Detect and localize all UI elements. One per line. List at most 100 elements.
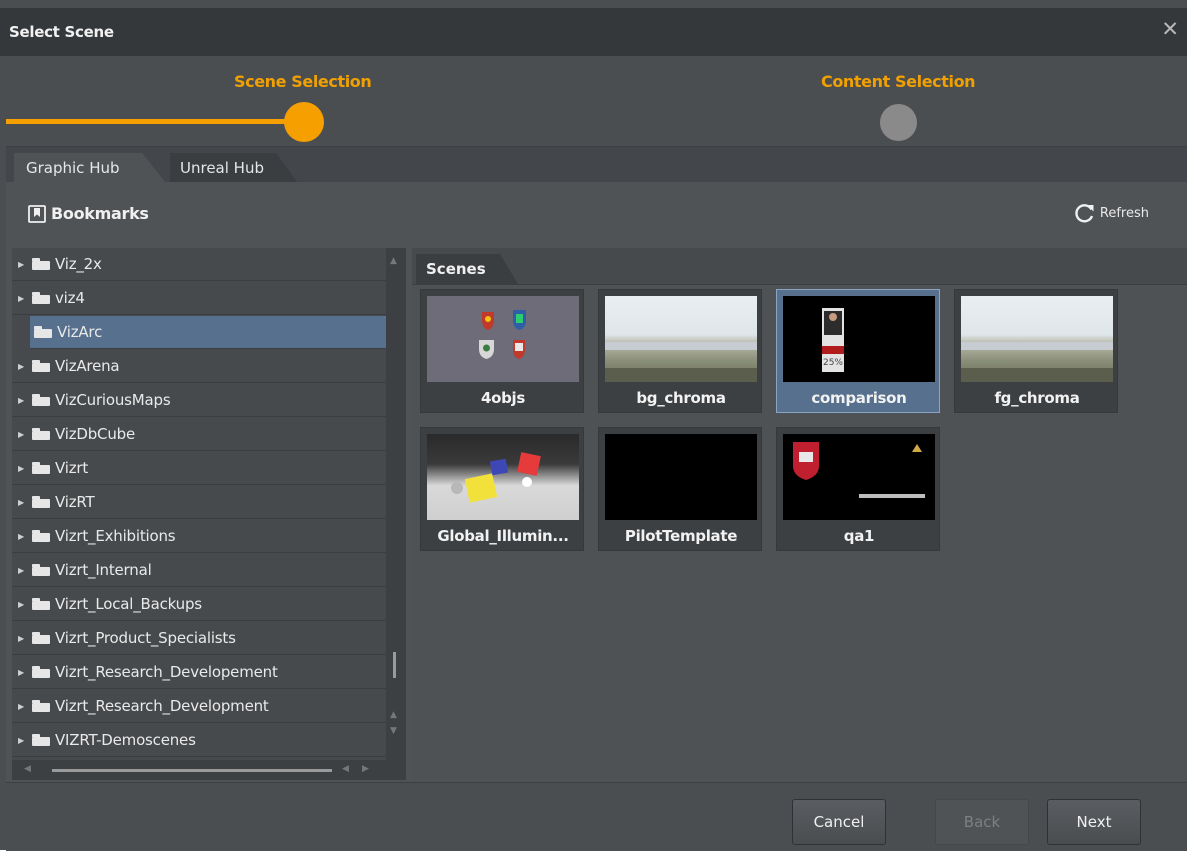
tree-item[interactable]: ▶ Vizrt_Internal xyxy=(12,554,386,587)
cancel-button[interactable]: Cancel xyxy=(792,799,886,845)
scene-qa1-preview xyxy=(793,442,925,498)
scene-label: bg_chroma xyxy=(636,389,726,407)
folder-icon xyxy=(32,394,50,406)
folder-icon xyxy=(32,428,50,440)
tree-vertical-scrollbar[interactable]: ▲ ▲ ▼ xyxy=(386,248,406,780)
scene-thumbnail: 25% xyxy=(783,296,935,382)
scenes-panel: Scenes 4objs bg_chroma 25% comparison fg… xyxy=(412,248,1187,783)
scene-illumination-preview xyxy=(451,452,541,503)
expand-arrow-icon[interactable]: ▶ xyxy=(14,464,28,473)
tree-item[interactable]: ▶ VIZRT-Demoscenes xyxy=(12,724,386,757)
tree-item-label: Vizrt_Product_Specialists xyxy=(55,629,236,647)
select-scene-dialog: Select Scene ✕ Scene Selection Content S… xyxy=(0,0,1187,851)
scene-card[interactable]: fg_chroma xyxy=(954,289,1118,413)
tree-item[interactable]: ▶ Vizrt_Product_Specialists xyxy=(12,622,386,655)
tab-unreal-hub[interactable]: Unreal Hub xyxy=(158,153,298,183)
scene-card[interactable]: bg_chroma xyxy=(598,289,762,413)
scroll-down-icon[interactable]: ▼ xyxy=(390,726,397,736)
tree-item[interactable]: VizArc xyxy=(30,316,386,349)
scene-card[interactable]: PilotTemplate xyxy=(598,427,762,551)
tree-item[interactable]: ▶ VizCuriousMaps xyxy=(12,384,386,417)
scene-card[interactable]: Global_Illumin... xyxy=(420,427,584,551)
tree-item-label: Vizrt_Research_Developement xyxy=(55,663,278,681)
tab-graphic-hub[interactable]: Graphic Hub xyxy=(14,153,166,183)
tree-item[interactable]: ▶ Vizrt_Local_Backups xyxy=(12,588,386,621)
scene-label: PilotTemplate xyxy=(624,527,738,545)
expand-arrow-icon[interactable]: ▶ xyxy=(14,260,28,269)
scene-thumbnail xyxy=(605,296,757,382)
folder-icon xyxy=(32,530,50,542)
scroll-up-icon[interactable]: ▲ xyxy=(390,710,397,720)
step-scene-selection-dot xyxy=(284,102,324,142)
tree-item[interactable]: ▶ VizDbCube xyxy=(12,418,386,451)
folder-icon xyxy=(32,666,50,678)
scene-4objs-preview xyxy=(479,310,526,359)
tree-item-label: Vizrt xyxy=(55,459,89,477)
folder-icon xyxy=(32,360,50,372)
scene-thumbnail xyxy=(961,296,1113,382)
tree-vertical-scroll-thumb[interactable] xyxy=(393,652,396,678)
step-content-selection-label: Content Selection xyxy=(821,72,976,91)
expand-arrow-icon[interactable]: ▶ xyxy=(14,396,28,405)
expand-arrow-icon[interactable]: ▶ xyxy=(14,532,28,541)
scene-label: qa1 xyxy=(843,527,875,545)
scenes-grid: 4objs bg_chroma 25% comparison fg_chroma… xyxy=(412,284,1187,783)
folder-icon xyxy=(32,258,50,270)
expand-arrow-icon[interactable]: ▶ xyxy=(14,430,28,439)
folder-icon xyxy=(34,326,52,338)
tree-item[interactable]: ▶ VizArena xyxy=(12,350,386,383)
tree-horizontal-scroll-thumb[interactable] xyxy=(52,769,332,772)
refresh-button[interactable]: Refresh xyxy=(1074,202,1149,224)
tree-item[interactable]: ▶ Vizrt_Exhibitions xyxy=(12,520,386,553)
refresh-label: Refresh xyxy=(1099,205,1149,221)
expand-arrow-icon[interactable]: ▶ xyxy=(14,294,28,303)
dialog-title: Select Scene xyxy=(9,23,114,41)
scroll-left-icon[interactable]: ◀ xyxy=(342,764,349,774)
expand-arrow-icon[interactable]: ▶ xyxy=(14,702,28,711)
scene-label: comparison xyxy=(811,389,907,407)
step-content-selection-dot xyxy=(880,104,917,141)
tab-scenes[interactable]: Scenes xyxy=(416,254,518,284)
tree-horizontal-scrollbar[interactable]: ◀ ◀ ▶ xyxy=(12,760,386,780)
expand-arrow-icon[interactable]: ▶ xyxy=(14,668,28,677)
folder-icon xyxy=(32,564,50,576)
tree-item-label: VizRT xyxy=(55,493,95,511)
wizard-stepper: Scene Selection Content Selection xyxy=(6,56,1187,146)
close-icon[interactable]: ✕ xyxy=(1161,17,1179,41)
graphic-hub-panel: Bookmarks Refresh ▶ Viz_2x ▶ viz4 VizArc ▶ Viz… xyxy=(6,182,1187,783)
tree-item-label: Vizrt_Research_Development xyxy=(55,697,269,715)
folder-icon xyxy=(32,462,50,474)
scroll-up-icon[interactable]: ▲ xyxy=(390,256,397,266)
tree-item[interactable]: ▶ Vizrt_Research_Developement xyxy=(12,656,386,689)
tree-item[interactable]: ▶ viz4 xyxy=(12,282,386,315)
expand-arrow-icon[interactable]: ▶ xyxy=(14,634,28,643)
expand-arrow-icon[interactable]: ▶ xyxy=(14,736,28,745)
scene-thumbnail-percent: 25% xyxy=(822,358,843,368)
scene-card[interactable]: 25% comparison xyxy=(776,289,940,413)
next-button[interactable]: Next xyxy=(1047,799,1141,845)
back-button[interactable]: Back xyxy=(935,799,1029,845)
tree-item-label: VizArc xyxy=(57,323,103,341)
step-scene-selection-label: Scene Selection xyxy=(234,72,372,91)
tree-item[interactable]: ▶ VizRT xyxy=(12,486,386,519)
expand-arrow-icon[interactable]: ▶ xyxy=(14,566,28,575)
scene-thumbnail xyxy=(427,296,579,382)
tree-item-label: Viz_2x xyxy=(55,255,102,273)
scene-label: fg_chroma xyxy=(994,389,1080,407)
tree-item-label: VizDbCube xyxy=(55,425,135,443)
tree-item-label: VizCuriousMaps xyxy=(55,391,171,409)
scroll-left-icon[interactable]: ◀ xyxy=(24,764,31,774)
tree-item[interactable]: ▶ Vizrt_Research_Development xyxy=(12,690,386,723)
scroll-right-icon[interactable]: ▶ xyxy=(362,764,369,774)
folder-icon xyxy=(32,292,50,304)
hub-tabs: Graphic Hub Unreal Hub xyxy=(6,146,1187,183)
scene-card[interactable]: 4objs xyxy=(420,289,584,413)
tree-item[interactable]: ▶ Viz_2x xyxy=(12,248,386,281)
tree-item[interactable]: ▶ Vizrt xyxy=(12,452,386,485)
scene-card[interactable]: qa1 xyxy=(776,427,940,551)
expand-arrow-icon[interactable]: ▶ xyxy=(14,362,28,371)
expand-arrow-icon[interactable]: ▶ xyxy=(14,600,28,609)
bookmarks-header[interactable]: Bookmarks xyxy=(28,204,149,223)
expand-arrow-icon[interactable]: ▶ xyxy=(14,498,28,507)
folder-icon xyxy=(32,496,50,508)
